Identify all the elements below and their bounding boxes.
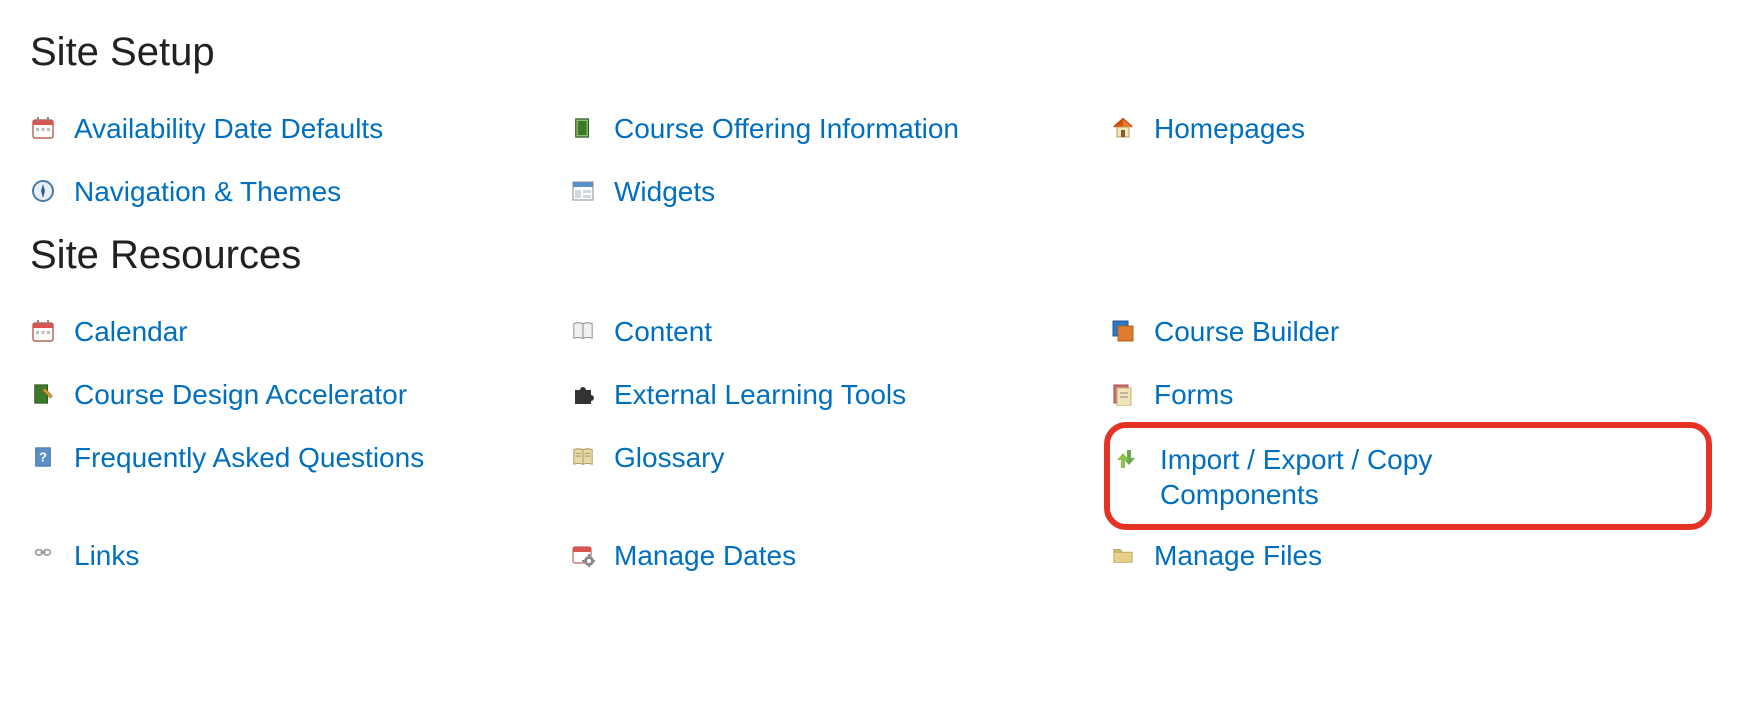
- calendar-icon: [30, 318, 56, 344]
- availability-date-defaults-label: Availability Date Defaults: [74, 111, 383, 146]
- folder-icon: [1110, 542, 1136, 568]
- import-export-copy-components-label: Import / Export / Copy Components: [1160, 442, 1580, 512]
- course-offering-information-cell: Course Offering Information: [570, 97, 1110, 160]
- calendar-cell: Calendar: [30, 300, 570, 363]
- forms-cell: Forms: [1110, 363, 1712, 426]
- calendar-label: Calendar: [74, 314, 188, 349]
- content-link[interactable]: Content: [570, 314, 712, 349]
- manage-dates-cell: Manage Dates: [570, 524, 1110, 587]
- forms-link[interactable]: Forms: [1110, 377, 1233, 412]
- course-design-accelerator-link[interactable]: Course Design Accelerator: [30, 377, 407, 412]
- manage-files-label: Manage Files: [1154, 538, 1322, 573]
- course-builder-cell: Course Builder: [1110, 300, 1712, 363]
- forms-icon: [1110, 381, 1136, 407]
- frequently-asked-questions-link[interactable]: ? Frequently Asked Questions: [30, 440, 424, 475]
- course-design-accelerator-label: Course Design Accelerator: [74, 377, 407, 412]
- frequently-asked-questions-label: Frequently Asked Questions: [74, 440, 424, 475]
- external-learning-tools-cell: External Learning Tools: [570, 363, 1110, 426]
- course-design-accelerator-cell: Course Design Accelerator: [30, 363, 570, 426]
- empty-cell: [1110, 160, 1712, 188]
- calendar-gear-icon: [570, 542, 596, 568]
- site-resources-grid: Calendar Content Course Builder: [30, 300, 1712, 587]
- content-label: Content: [614, 314, 712, 349]
- course-builder-link[interactable]: Course Builder: [1110, 314, 1339, 349]
- availability-date-defaults-cell: Availability Date Defaults: [30, 97, 570, 160]
- manage-dates-label: Manage Dates: [614, 538, 796, 573]
- homepages-cell: Homepages: [1110, 97, 1712, 160]
- glossary-link[interactable]: Glossary: [570, 440, 724, 475]
- book-edit-icon: [30, 381, 56, 407]
- site-setup-grid: Availability Date Defaults Course Offeri…: [30, 97, 1712, 223]
- book-icon: [570, 115, 596, 141]
- calendar-icon: [30, 115, 56, 141]
- svg-text:?: ?: [39, 450, 47, 465]
- frequently-asked-questions-cell: ? Frequently Asked Questions: [30, 426, 570, 489]
- manage-files-link[interactable]: Manage Files: [1110, 538, 1322, 573]
- homepages-link[interactable]: Homepages: [1110, 111, 1305, 146]
- import-export-copy-components-cell: Import / Export / Copy Components: [1104, 422, 1712, 530]
- manage-dates-link[interactable]: Manage Dates: [570, 538, 796, 573]
- question-book-icon: ?: [30, 444, 56, 470]
- glossary-cell: Glossary: [570, 426, 1110, 489]
- availability-date-defaults-link[interactable]: Availability Date Defaults: [30, 111, 383, 146]
- widget-icon: [570, 178, 596, 204]
- links-label: Links: [74, 538, 139, 573]
- chain-icon: [30, 542, 56, 568]
- navigation-themes-label: Navigation & Themes: [74, 174, 341, 209]
- widgets-label: Widgets: [614, 174, 715, 209]
- forms-label: Forms: [1154, 377, 1233, 412]
- homepages-label: Homepages: [1154, 111, 1305, 146]
- navigation-themes-link[interactable]: Navigation & Themes: [30, 174, 341, 209]
- site-resources-section: Site Resources Calendar Content: [30, 233, 1712, 587]
- stack-icon: [1110, 318, 1136, 344]
- home-icon: [1110, 115, 1136, 141]
- calendar-link[interactable]: Calendar: [30, 314, 188, 349]
- external-learning-tools-link[interactable]: External Learning Tools: [570, 377, 906, 412]
- manage-files-cell: Manage Files: [1110, 524, 1712, 587]
- site-setup-section: Site Setup Availability Date Defaults Co…: [30, 30, 1712, 223]
- glossary-icon: [570, 444, 596, 470]
- content-cell: Content: [570, 300, 1110, 363]
- compass-icon: [30, 178, 56, 204]
- import-export-copy-components-link[interactable]: Import / Export / Copy Components: [1116, 442, 1580, 512]
- site-setup-heading: Site Setup: [30, 30, 1712, 75]
- navigation-themes-cell: Navigation & Themes: [30, 160, 570, 223]
- course-offering-information-link[interactable]: Course Offering Information: [570, 111, 959, 146]
- course-offering-information-label: Course Offering Information: [614, 111, 959, 146]
- links-link[interactable]: Links: [30, 538, 139, 573]
- widgets-link[interactable]: Widgets: [570, 174, 715, 209]
- external-learning-tools-label: External Learning Tools: [614, 377, 906, 412]
- course-builder-label: Course Builder: [1154, 314, 1339, 349]
- links-cell: Links: [30, 524, 570, 587]
- import-export-icon: [1116, 446, 1142, 472]
- book-open-icon: [570, 318, 596, 344]
- widgets-cell: Widgets: [570, 160, 1110, 223]
- glossary-label: Glossary: [614, 440, 724, 475]
- site-resources-heading: Site Resources: [30, 233, 1712, 278]
- puzzle-icon: [570, 381, 596, 407]
